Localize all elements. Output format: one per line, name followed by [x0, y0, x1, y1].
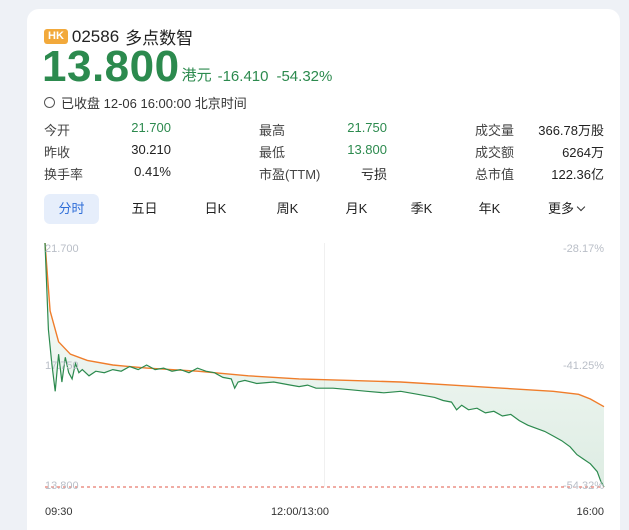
x-tick-midday: 12:00/13:00	[271, 506, 329, 518]
y-tick-right-top: -28.17%	[563, 243, 604, 255]
y-tick-left-mid: 17.750	[45, 360, 79, 372]
y-tick-right-mid: -41.25%	[563, 360, 604, 372]
y-tick-left-bottom: 13.800	[45, 480, 79, 492]
intraday-chart[interactable]: 21.700 17.750 13.800 -28.17% -41.25% -54…	[0, 0, 629, 530]
x-tick-close: 16:00	[576, 506, 604, 518]
x-tick-open: 09:30	[45, 506, 73, 518]
y-tick-left-top: 21.700	[45, 243, 79, 255]
y-tick-right-bottom: -54.32%	[563, 480, 604, 492]
